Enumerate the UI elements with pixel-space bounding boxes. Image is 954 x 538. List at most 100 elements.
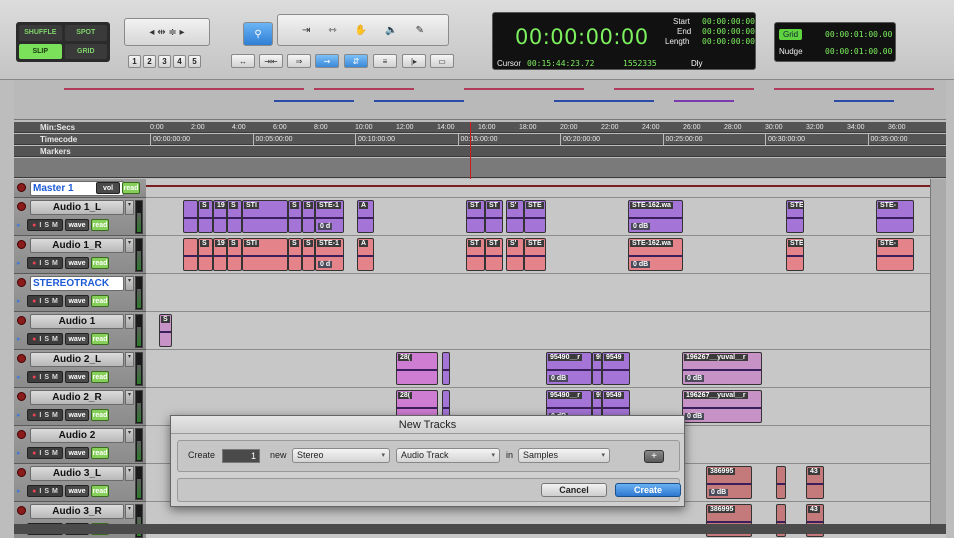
audio-clip[interactable]: S xyxy=(227,238,242,271)
grid-label[interactable]: Grid xyxy=(779,29,803,40)
shuffle-mode-button[interactable]: SHUFFLE xyxy=(19,25,62,41)
slip-mode-button[interactable]: SLIP xyxy=(19,43,62,59)
solo-button[interactable]: S xyxy=(44,222,49,229)
audio-clip[interactable]: S xyxy=(198,238,213,271)
audio-clip[interactable]: 19 xyxy=(213,200,227,233)
audio-clip[interactable]: S xyxy=(227,200,242,233)
audio-clip[interactable]: S' xyxy=(506,238,524,271)
track-type-select[interactable]: Audio Track ▾ xyxy=(396,448,500,463)
track-view-button[interactable]: wave xyxy=(65,371,89,383)
playhead[interactable] xyxy=(470,122,471,182)
clip-gain[interactable]: 0 dB xyxy=(685,375,705,382)
main-counter[interactable]: 00:00:00:00 Start 00:00:00:00 End 00:00:… xyxy=(492,12,756,70)
input-monitor-button[interactable]: I xyxy=(39,260,41,267)
automation-mode-button[interactable]: read xyxy=(91,219,109,231)
master-volume-line[interactable] xyxy=(146,185,946,187)
end-value[interactable]: 00:00:00:00 xyxy=(702,27,755,36)
grid-mode-button[interactable]: GRID xyxy=(64,43,107,59)
input-monitor-button[interactable]: I xyxy=(39,298,41,305)
audio-clip[interactable]: STE xyxy=(524,238,546,271)
solo-button[interactable]: S xyxy=(44,412,49,419)
audio-clip[interactable]: 386995 0 dB xyxy=(706,466,752,499)
audio-clip[interactable] xyxy=(442,352,450,385)
audio-clip[interactable]: A xyxy=(357,238,374,271)
nudge-value[interactable]: 00:00:01:00.00 xyxy=(825,47,892,56)
audio-clip[interactable]: 196267__yuval__r 0 dB xyxy=(682,352,762,385)
spot-mode-button[interactable]: SPOT xyxy=(64,25,107,41)
automation-mode-button[interactable]: read xyxy=(91,333,109,345)
timebase-select[interactable]: Samples ▾ xyxy=(518,448,610,463)
start-value[interactable]: 00:00:00:00 xyxy=(702,17,755,26)
expand-arrow-icon[interactable]: ▸ xyxy=(17,449,25,457)
mute-button[interactable]: M xyxy=(52,374,58,381)
mute-button[interactable]: M xyxy=(52,336,58,343)
track-name[interactable]: Audio 2 xyxy=(30,428,124,443)
scrubber-speaker-icon[interactable]: 🔈 xyxy=(385,25,397,36)
track-view-button[interactable]: wave xyxy=(65,219,89,231)
clip-gain[interactable]: 0 dB xyxy=(631,261,651,268)
audio-clip[interactable]: 196267__yuval__r 0 dB xyxy=(682,390,762,423)
track-name[interactable]: Audio 1_L xyxy=(30,200,124,215)
record-dot-icon[interactable]: ● xyxy=(32,412,36,419)
track-record-button[interactable] xyxy=(17,392,26,401)
main-counter-value[interactable]: 00:00:00:00 xyxy=(515,25,649,49)
audio-clip[interactable]: STE-1 0 d xyxy=(315,200,344,233)
record-dot-icon[interactable]: ● xyxy=(32,450,36,457)
clip-gain[interactable]: 0 dB xyxy=(685,413,705,420)
automation-mode-button[interactable]: read xyxy=(91,485,109,497)
zoom-preset-1[interactable]: 1 xyxy=(128,55,141,68)
solo-button[interactable]: S xyxy=(44,450,49,457)
solo-button[interactable]: S xyxy=(44,298,49,305)
track-record-button[interactable] xyxy=(17,354,26,363)
length-value[interactable]: 00:00:00:00 xyxy=(702,37,755,46)
record-dot-icon[interactable]: ● xyxy=(32,298,36,305)
audio-clip[interactable]: STE xyxy=(524,200,546,233)
track-view-button[interactable]: wave xyxy=(65,257,89,269)
add-row-button[interactable]: + xyxy=(644,450,664,463)
track-view-button[interactable]: wave xyxy=(65,447,89,459)
zoom-in-icon[interactable]: ◂ ⇹ ≑ ▸ xyxy=(149,27,184,38)
track-lane[interactable] xyxy=(146,179,946,198)
track-view-button[interactable]: wave xyxy=(65,485,89,497)
input-solo-mute-buttons[interactable]: ●ISM xyxy=(27,257,63,269)
mirror-midi-icon[interactable]: ⇵ xyxy=(344,54,368,68)
automation-mode-button[interactable]: read xyxy=(122,182,140,194)
tab-to-transient-icon[interactable]: ↔ xyxy=(231,54,255,68)
automation-follows-icon[interactable]: ≡ xyxy=(373,54,397,68)
track-lane[interactable]: S 19 S STI S S STE-1 0 d A ST ST S' STE STE-162.wa 0 d… xyxy=(146,236,946,274)
track-menu-icon[interactable]: ▾ xyxy=(125,428,134,443)
zoom-preset-5[interactable]: 5 xyxy=(188,55,201,68)
track-record-button[interactable] xyxy=(17,278,26,287)
track-menu-icon[interactable]: ▾ xyxy=(125,504,134,519)
track-record-button[interactable] xyxy=(17,240,26,249)
mute-button[interactable]: M xyxy=(52,222,58,229)
clip-gain[interactable]: 0 dB xyxy=(549,375,569,382)
expand-arrow-icon[interactable]: ▸ xyxy=(17,297,25,305)
audio-clip[interactable]: 28( xyxy=(396,352,438,385)
trim-tool-icon[interactable]: ⇥ xyxy=(302,25,310,36)
clip-gain[interactable]: 0 d xyxy=(318,223,333,230)
create-button[interactable]: Create xyxy=(615,483,681,497)
track-menu-icon[interactable]: ▾ xyxy=(125,352,134,367)
track-lane[interactable]: 28(95490__r 0 dB 9!9549 196267__yuval__r 0 d… xyxy=(146,350,946,388)
selector-tool-icon[interactable]: ⇿ xyxy=(328,25,336,36)
track-menu-icon[interactable]: ▾ xyxy=(125,200,134,215)
zoom-cluster[interactable]: ◂ ⇹ ≑ ▸ xyxy=(124,18,210,46)
track-format-select[interactable]: Stereo ▾ xyxy=(292,448,390,463)
horizontal-scrollbar[interactable] xyxy=(14,524,946,534)
grabber-hand-icon[interactable]: ✋ xyxy=(355,25,367,36)
audio-clip[interactable]: ST xyxy=(485,200,503,233)
track-menu-icon[interactable]: ▾ xyxy=(125,238,134,253)
pencil-icon[interactable]: ✎ xyxy=(416,25,424,36)
audio-clip[interactable]: S xyxy=(302,238,315,271)
track-menu-icon[interactable]: ▾ xyxy=(125,276,134,291)
audio-clip[interactable]: A xyxy=(357,200,374,233)
audio-clip[interactable] xyxy=(776,466,786,499)
input-solo-mute-buttons[interactable]: ●ISM xyxy=(27,409,63,421)
solo-button[interactable]: S xyxy=(44,374,49,381)
expand-arrow-icon[interactable]: ▸ xyxy=(17,335,25,343)
track-name[interactable]: Audio 1_R xyxy=(30,238,124,253)
track-view-button[interactable]: wave xyxy=(65,333,89,345)
record-dot-icon[interactable]: ● xyxy=(32,222,36,229)
audio-clip[interactable]: S' xyxy=(506,200,524,233)
